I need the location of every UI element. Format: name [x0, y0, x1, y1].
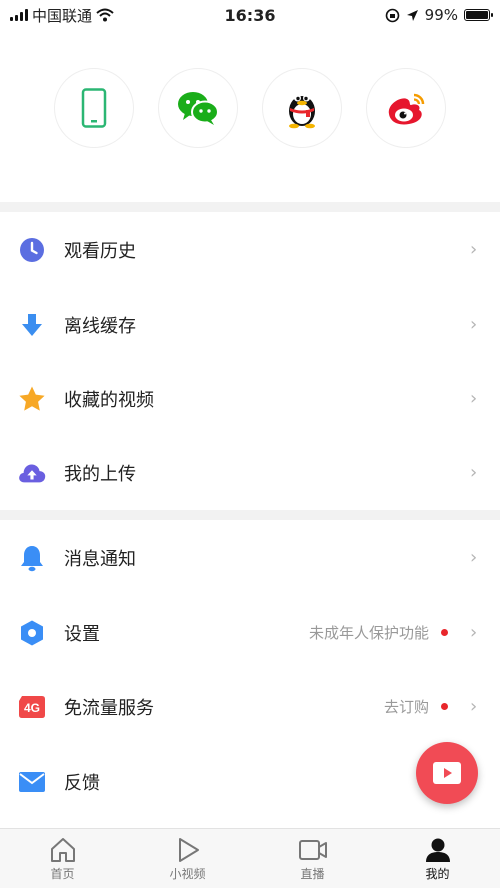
- menu-label: 观看历史: [64, 240, 136, 262]
- menu-label: 反馈: [64, 772, 100, 794]
- floating-video-button[interactable]: [416, 742, 478, 804]
- rotation-lock-icon: [385, 8, 399, 22]
- qq-icon: [289, 94, 315, 129]
- carrier-label: 中国联通: [32, 6, 93, 25]
- tab-label: 我的: [425, 867, 450, 881]
- status-left: 中国联通: [10, 5, 114, 26]
- notification-dot: [441, 629, 448, 636]
- bottom-tab-bar: 首页 小视频 直播 我的: [0, 828, 500, 888]
- 4g-icon-text: 4G: [24, 701, 40, 715]
- tab-short-video[interactable]: 小视频: [125, 829, 250, 888]
- data-service-hint: 去订购: [384, 696, 448, 717]
- menu-item-uploads[interactable]: 我的上传 ›: [0, 435, 500, 510]
- menu-item-favorites[interactable]: 收藏的视频 ›: [0, 361, 500, 436]
- status-bar: 中国联通 16:36 99%: [0, 0, 500, 30]
- settings-hint: 未成年人保护功能: [309, 622, 448, 643]
- phone-icon: [81, 88, 107, 128]
- menu-item-offline-cache[interactable]: 离线缓存 ›: [0, 287, 500, 362]
- wifi-icon: [96, 8, 114, 22]
- chevron-right-icon: ›: [470, 696, 478, 717]
- menu-item-data-service[interactable]: 4G 免流量服务 去订购 ›: [0, 669, 500, 744]
- tab-label: 小视频: [169, 867, 206, 881]
- battery-percent: 99%: [424, 6, 458, 24]
- tab-label: 直播: [300, 867, 325, 881]
- menu-label: 设置: [64, 623, 100, 645]
- chevron-right-icon: ›: [470, 314, 478, 335]
- share-phone-button[interactable]: [54, 68, 134, 148]
- hexagon-settings-icon: [18, 619, 46, 647]
- menu-item-settings[interactable]: 设置 未成年人保护功能 ›: [0, 595, 500, 670]
- chevron-right-icon: ›: [470, 622, 478, 643]
- menu-label: 免流量服务: [64, 697, 154, 719]
- 4g-icon: 4G: [18, 693, 46, 721]
- tab-home[interactable]: 首页: [0, 829, 125, 888]
- star-icon: [18, 385, 46, 413]
- cloud-upload-icon: [18, 459, 46, 487]
- chevron-right-icon: ›: [470, 547, 478, 568]
- status-right: 99%: [385, 6, 493, 24]
- menu-label: 消息通知: [64, 548, 136, 570]
- signal-icon: [10, 9, 28, 21]
- play-icon: [178, 838, 199, 862]
- menu-item-history[interactable]: 观看历史 ›: [0, 212, 500, 287]
- tab-mine[interactable]: 我的: [375, 829, 500, 888]
- chevron-right-icon: ›: [470, 239, 478, 260]
- tab-label: 首页: [50, 867, 75, 881]
- mail-icon: [18, 768, 46, 796]
- section-divider: [0, 510, 500, 520]
- share-weibo-button[interactable]: [366, 68, 446, 148]
- chevron-right-icon: ›: [470, 388, 478, 409]
- wechat-icon: [178, 92, 219, 125]
- chevron-right-icon: ›: [470, 462, 478, 483]
- download-icon: [18, 311, 46, 339]
- clock-icon: [18, 236, 46, 264]
- bell-icon: [18, 544, 46, 572]
- weibo-icon: [388, 93, 425, 125]
- menu-label: 我的上传: [64, 463, 136, 485]
- share-row: [0, 68, 500, 148]
- camera-icon: [298, 840, 327, 860]
- battery-fill: [466, 11, 488, 19]
- menu-item-messages[interactable]: 消息通知 ›: [0, 520, 500, 595]
- section-divider: [0, 202, 500, 212]
- notification-dot: [441, 703, 448, 710]
- data-service-hint-text: 去订购: [383, 698, 429, 716]
- settings-hint-text: 未成年人保护功能: [308, 624, 429, 642]
- share-qq-button[interactable]: [262, 68, 342, 148]
- menu-label: 离线缓存: [64, 315, 136, 337]
- menu-label: 收藏的视频: [64, 389, 154, 411]
- tab-live[interactable]: 直播: [250, 829, 375, 888]
- share-wechat-button[interactable]: [158, 68, 238, 148]
- location-icon: [406, 9, 418, 21]
- home-icon: [50, 838, 75, 862]
- play-video-icon: [433, 762, 461, 784]
- person-icon: [425, 838, 450, 862]
- battery-icon: [464, 9, 493, 21]
